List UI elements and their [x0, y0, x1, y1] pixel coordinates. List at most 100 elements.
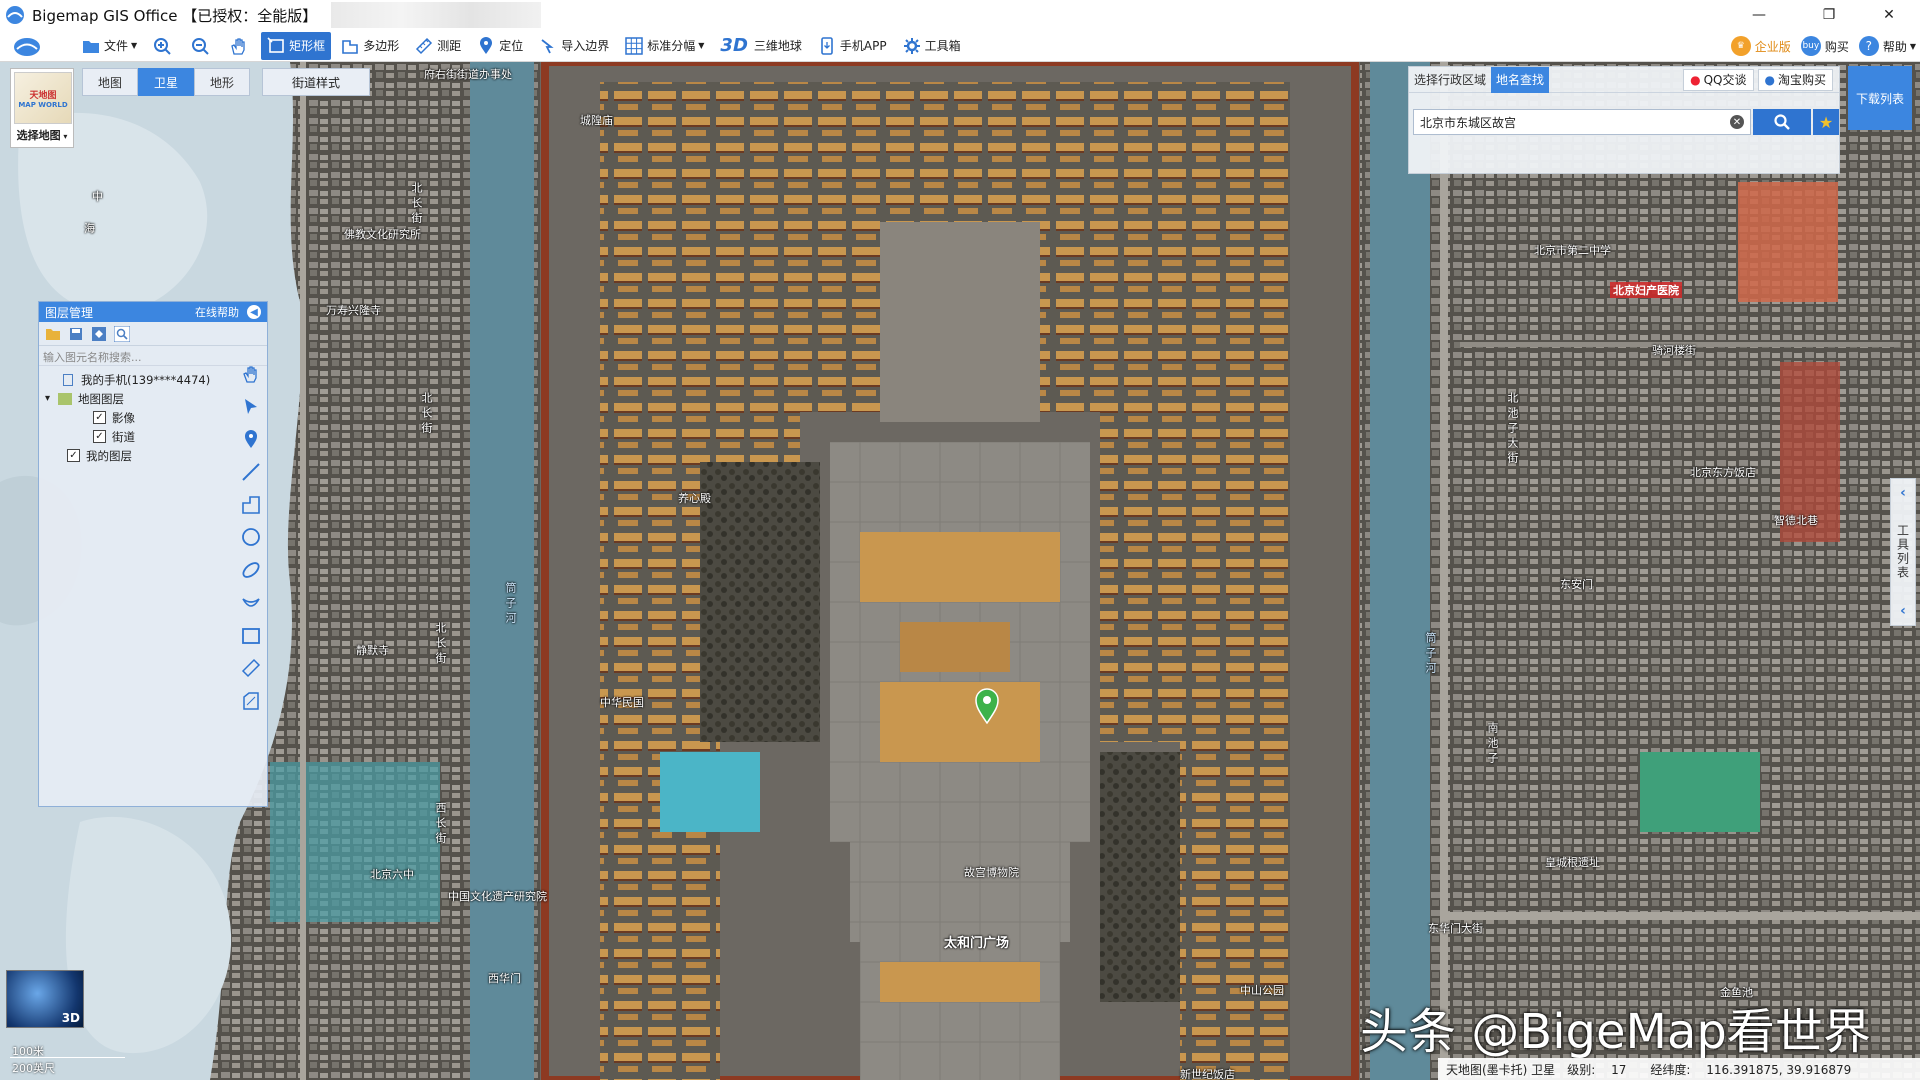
select-all-icon[interactable] [89, 325, 109, 343]
polygon-icon [341, 37, 359, 55]
map-type-tab[interactable]: 卫星 [138, 68, 194, 96]
rectangle-draw-icon[interactable] [239, 624, 263, 648]
hospital-label: 北京妇产医院 [1610, 282, 1682, 298]
online-help-link[interactable]: 在线帮助 [195, 304, 239, 320]
scale-imperial: 200英尺 [12, 1062, 55, 1075]
sector-icon[interactable] [239, 591, 263, 615]
import-boundary-button[interactable]: 导入边界 [533, 32, 615, 60]
area-measure-icon[interactable] [239, 689, 263, 713]
close-button[interactable]: ✕ [1866, 0, 1912, 30]
restore-button[interactable]: ❐ [1806, 0, 1852, 30]
qq-chat-button[interactable]: ● QQ交谈 [1683, 68, 1754, 91]
map-type-tab[interactable]: 地形 [194, 68, 250, 96]
toolbar-right-group: ♛ 企业版 buy 购买 ? 帮助 ▼ [1721, 32, 1916, 60]
standard-sheet-label: 标准分幅 [647, 39, 696, 53]
save-icon[interactable] [66, 325, 86, 343]
polygon-draw-icon[interactable] [239, 493, 263, 517]
ruler-icon[interactable] [239, 656, 263, 680]
folder-icon [82, 37, 100, 55]
tree-item-label: 地图图层 [78, 391, 125, 406]
tree-item-label: 街道 [112, 429, 135, 444]
minimize-button[interactable]: — [1736, 0, 1782, 30]
measure-button[interactable]: 测距 [409, 32, 467, 60]
map-label: 北长街 [410, 182, 423, 227]
pan-button[interactable] [223, 32, 257, 60]
map-type-tab[interactable]: 地图 [82, 68, 138, 96]
tab-place-search[interactable]: 地名查找 [1491, 66, 1550, 93]
map-label: 智德北巷 [1774, 514, 1818, 527]
street-style-button[interactable]: 街道样式 [262, 68, 370, 96]
favorite-button[interactable]: ★ [1813, 109, 1839, 135]
basemap-thumb-text: 天地图 [29, 90, 57, 101]
basemap-selector[interactable]: 天地图 MAP WORLD 选择地图 ▾ [10, 68, 74, 148]
map-type-tabs: 地图 卫星 地形 [82, 68, 250, 96]
pin-icon[interactable] [239, 427, 263, 451]
standard-sheet-menu[interactable]: 标准分幅 ▼ [619, 32, 710, 60]
globe-3d-button[interactable]: 3D [6, 970, 84, 1028]
tree-item-label: 我的图层 [86, 448, 132, 463]
locate-label: 定位 [499, 39, 524, 53]
tree-item-my-layers[interactable]: ✓ 我的图层 [39, 446, 267, 465]
place-search-input[interactable]: 北京市东城区故宫 ✕ [1413, 109, 1751, 135]
taobao-buy-label: 淘宝购买 [1777, 73, 1826, 87]
toolbox-button[interactable]: 工具箱 [897, 32, 967, 60]
imagery-checkbox[interactable]: ✓ [93, 411, 106, 424]
locate-button[interactable]: 定位 [471, 32, 529, 60]
zoom-in-button[interactable] [147, 32, 181, 60]
map-label: 北京东方饭店 [1690, 466, 1756, 479]
basemap-thumb-sub: MAP WORLD [18, 100, 68, 109]
line-icon[interactable] [239, 460, 263, 484]
mobile-app-button[interactable]: 手机APP [812, 32, 893, 60]
map-label: 城隍庙 [580, 114, 613, 127]
coordinates: 经纬度: 116.391875, 39.916879 [1650, 1062, 1852, 1077]
layers-icon [58, 392, 73, 405]
help-button[interactable]: ? 帮助 ▼ [1858, 36, 1916, 56]
open-folder-icon[interactable] [43, 325, 63, 343]
enterprise-label: 企业版 [1754, 39, 1791, 54]
map-label: 中国文化遗产研究院 [448, 890, 547, 903]
search-tabs: 选择行政区域 地名查找 ● QQ交谈 ● 淘宝购买 [1409, 66, 1839, 93]
my-layers-checkbox[interactable]: ✓ [67, 449, 80, 462]
street-checkbox[interactable]: ✓ [93, 430, 106, 443]
location-marker-icon[interactable] [974, 688, 1000, 724]
zoom-out-button[interactable] [185, 32, 219, 60]
tree-item-street[interactable]: ✓ 街道 [39, 427, 267, 446]
measure-label: 测距 [437, 39, 462, 53]
app-menu-button[interactable] [6, 32, 48, 60]
expand-icon[interactable]: ▾ [45, 393, 50, 404]
taobao-buy-button[interactable]: ● 淘宝购买 [1757, 68, 1833, 91]
layer-tools [39, 322, 267, 346]
import-icon [539, 37, 557, 55]
hand-icon[interactable] [239, 362, 263, 386]
toolbox-side-tab[interactable]: ‹ 工具列表 ‹ [1890, 478, 1916, 626]
tree-item-phone[interactable]: 我的手机(139****4474) [39, 370, 267, 389]
tab-select-region[interactable]: 选择行政区域 [1409, 67, 1491, 93]
tree-item-map-layers[interactable]: ▾ 地图图层 [39, 389, 267, 408]
chevron-down-icon: ▼ [698, 41, 705, 50]
help-icon: ? [1858, 36, 1879, 56]
file-menu[interactable]: 文件 ▼ [76, 32, 143, 60]
clear-icon[interactable]: ✕ [1730, 115, 1744, 129]
file-menu-label: 文件 [104, 39, 129, 53]
enterprise-button[interactable]: ♛ 企业版 [1730, 36, 1791, 56]
search-button[interactable] [1753, 109, 1811, 135]
collapse-icon[interactable]: ◀ [247, 305, 261, 319]
download-list-button[interactable]: 下载列表 [1848, 66, 1912, 130]
layer-manager-panel: 图层管理 在线帮助 ◀ 输入图元名称搜索... 我的手机(139****4474… [38, 301, 268, 807]
globe-3d-button[interactable]: 3D 三维地球 [714, 32, 807, 60]
chevron-left-icon[interactable]: ‹ [1900, 485, 1906, 501]
pointer-icon[interactable] [239, 395, 263, 419]
search-icon[interactable] [112, 325, 132, 343]
rectangle-select-button[interactable]: 矩形框 [261, 31, 332, 60]
hand-icon [229, 37, 247, 55]
tree-item-imagery[interactable]: ✓ 影像 [39, 408, 267, 427]
map-label: 北长街 [420, 392, 433, 437]
layer-panel-title: 图层管理 [45, 305, 94, 320]
chevron-left-icon[interactable]: ‹ [1900, 603, 1906, 619]
layer-search-input[interactable]: 输入图元名称搜索... [39, 346, 267, 366]
satellite-map[interactable]: 府右街街道办事处 城隍庙 北长街 佛教文化研究所 万寿兴隆寺 北长街 静默寺 筒… [0, 62, 1920, 1080]
ellipse-icon[interactable] [239, 558, 263, 582]
polygon-select-button[interactable]: 多边形 [335, 32, 405, 60]
circle-icon[interactable] [239, 525, 263, 549]
buy-button[interactable]: buy 购买 [1800, 36, 1849, 56]
